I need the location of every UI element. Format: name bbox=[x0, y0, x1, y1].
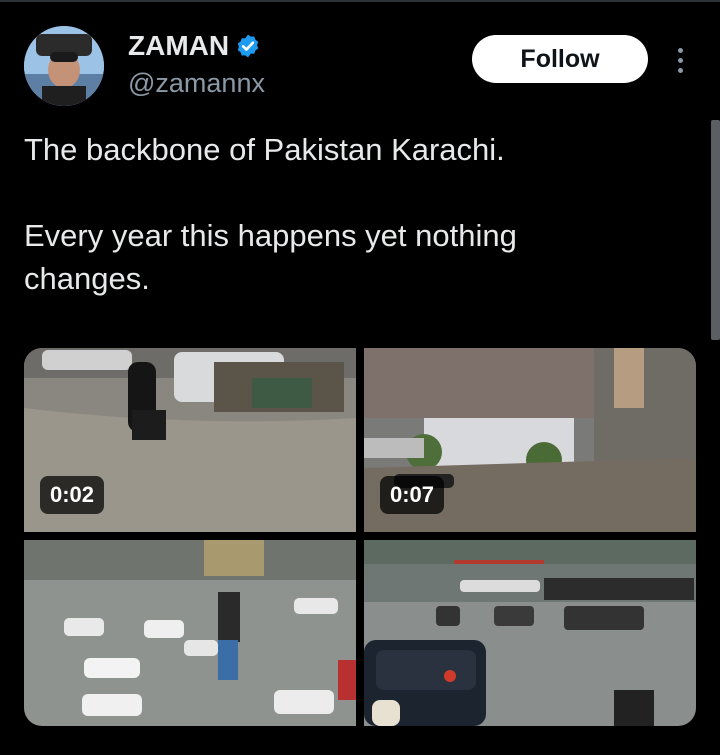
video-thumbnail-1[interactable]: 0:02 bbox=[24, 348, 356, 532]
media-grid: 0:02 0:07 bbox=[24, 348, 696, 726]
tweet-text: The backbone of Pakistan Karachi. Every … bbox=[24, 128, 644, 300]
tweet-paragraph: Every year this happens yet nothing chan… bbox=[24, 218, 517, 296]
flooded-traffic-image bbox=[24, 540, 356, 726]
verified-badge-icon bbox=[237, 34, 259, 58]
tweet-paragraph: The backbone of Pakistan Karachi. bbox=[24, 132, 505, 167]
top-divider bbox=[0, 0, 720, 2]
scrollbar-thumb[interactable] bbox=[711, 120, 720, 340]
avatar[interactable] bbox=[24, 26, 104, 106]
avatar-image bbox=[24, 26, 104, 106]
follow-button[interactable]: Follow bbox=[472, 35, 648, 83]
more-options-icon[interactable] bbox=[666, 42, 694, 78]
people-in-floodwater-image bbox=[364, 540, 696, 726]
video-thumbnail-2[interactable]: 0:07 bbox=[364, 348, 696, 532]
video-duration: 0:02 bbox=[40, 476, 105, 514]
author-name-row[interactable]: ZAMAN bbox=[128, 30, 261, 62]
author-handle[interactable]: @zamannx bbox=[128, 68, 265, 99]
author-display-name[interactable]: ZAMAN bbox=[128, 30, 229, 62]
video-duration: 0:07 bbox=[380, 476, 445, 514]
image-thumbnail-1[interactable] bbox=[24, 540, 356, 726]
image-thumbnail-2[interactable] bbox=[364, 540, 696, 726]
